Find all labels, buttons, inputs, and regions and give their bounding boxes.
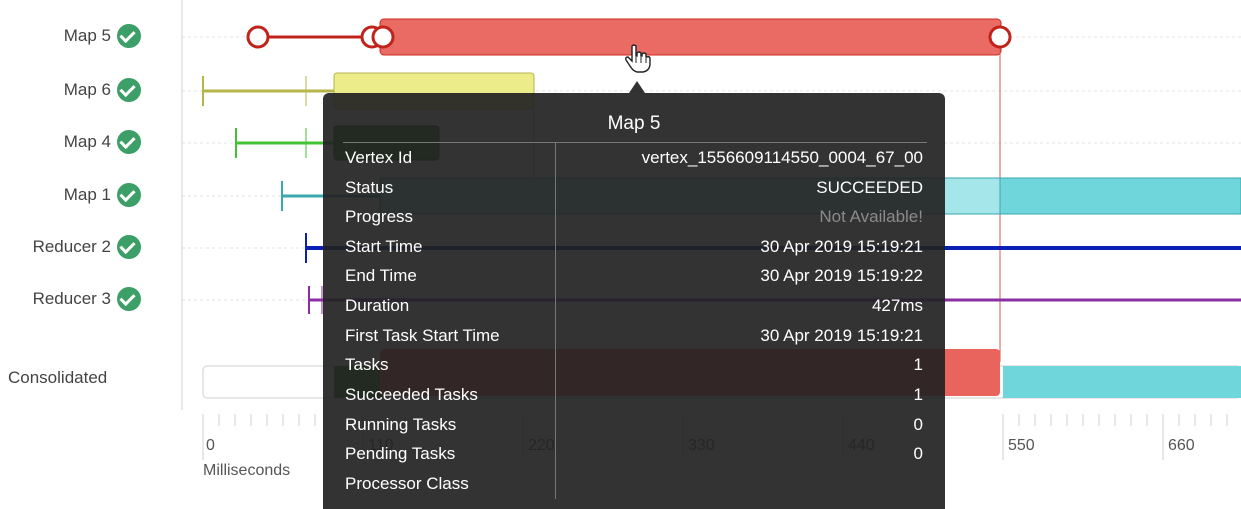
check-circle-icon <box>117 130 141 154</box>
check-circle-icon <box>117 287 141 311</box>
x-axis-title: Milliseconds <box>203 462 291 479</box>
tooltip-value: 0 <box>913 444 923 463</box>
tooltip-row-succeeded-tasks: Succeeded Tasks 1 <box>323 385 945 415</box>
tooltip-row-start-time: Start Time 30 Apr 2019 15:19:21 <box>323 237 945 267</box>
tick-label: 0 <box>206 437 215 454</box>
row-name: Map 6 <box>63 80 111 99</box>
check-circle-icon <box>117 24 141 48</box>
tooltip-value: Not Available! <box>819 207 923 226</box>
tooltip-key: Processor Class <box>345 474 469 493</box>
check-circle-icon <box>117 78 141 102</box>
tooltip-value: 0 <box>913 415 923 434</box>
tooltip-arrow <box>629 81 645 93</box>
tooltip-key: Vertex Id <box>345 148 413 167</box>
tooltip-value: 1 <box>913 355 923 374</box>
tooltip-row-processor-class: Processor Class <box>323 474 945 504</box>
tooltip-row-first-task-start-time: First Task Start Time 30 Apr 2019 15:19:… <box>323 326 945 356</box>
row-name: Map 5 <box>63 26 111 45</box>
row-label-map-4: Map 4 <box>64 130 141 154</box>
row-name: Reducer 3 <box>32 289 111 308</box>
tooltip-key: Start Time <box>345 237 423 256</box>
tooltip-row-tasks: Tasks 1 <box>323 355 945 385</box>
tooltip-value: 427ms <box>871 296 923 315</box>
tooltip-row-progress: Progress Not Available! <box>323 207 945 237</box>
tooltip-title: Map 5 <box>607 113 661 134</box>
tooltip-value: 1 <box>913 385 923 404</box>
row-name: Map 4 <box>63 132 111 151</box>
tooltip-row-pending-tasks: Pending Tasks 0 <box>323 444 945 474</box>
row-label-map-5: Map 5 <box>64 24 141 48</box>
tooltip-value: 30 Apr 2019 15:19:21 <box>760 326 923 345</box>
tooltip-row-end-time: End Time 30 Apr 2019 15:19:22 <box>323 266 945 296</box>
tooltip-value: 30 Apr 2019 15:19:22 <box>760 266 923 285</box>
tick-label: 660 <box>1168 437 1195 454</box>
tooltip-row-duration: Duration 427ms <box>323 296 945 326</box>
row-name: Reducer 2 <box>32 237 111 256</box>
tooltip-key: Duration <box>345 296 410 315</box>
tooltip-key: Progress <box>345 207 414 226</box>
vertex-tooltip: Map 5 Vertex Id vertex_1556609114550_000… <box>323 81 945 509</box>
check-circle-icon <box>117 235 141 259</box>
row-label-map-6: Map 6 <box>64 78 141 102</box>
check-circle-icon <box>117 183 141 207</box>
row-name: Map 1 <box>63 185 111 204</box>
tooltip-row-vertex-id: Vertex Id vertex_1556609114550_0004_67_0… <box>323 148 945 178</box>
tooltip-value: SUCCEEDED <box>816 178 923 197</box>
hand-pointer-icon <box>625 44 651 73</box>
tooltip-key: Succeeded Tasks <box>345 385 478 404</box>
tooltip-key: Status <box>345 178 394 197</box>
row-label-map-1: Map 1 <box>64 183 141 207</box>
tooltip-key: End Time <box>345 266 417 285</box>
tooltip-divider <box>343 142 927 143</box>
tooltip-value: vertex_1556609114550_0004_67_00 <box>641 148 923 167</box>
tooltip-key: Pending Tasks <box>345 444 456 463</box>
tooltip-row-status: Status SUCCEEDED <box>323 178 945 208</box>
tick-label: 550 <box>1008 437 1035 454</box>
vertex-swimlane-chart: Map 5 Map 6 Map 4 Map 1 Reducer 2 Reduce… <box>0 0 1241 509</box>
row-label-reducer-2: Reducer 2 <box>33 235 141 259</box>
tooltip-value: 30 Apr 2019 15:19:21 <box>760 237 923 256</box>
tooltip-key: First Task Start Time <box>345 326 500 345</box>
consolidated-label: Consolidated <box>8 368 108 387</box>
tooltip-key: Running Tasks <box>345 415 457 434</box>
row-label-reducer-3: Reducer 3 <box>33 287 141 311</box>
tooltip-key: Tasks <box>345 355 389 374</box>
tooltip-row-running-tasks: Running Tasks 0 <box>323 415 945 445</box>
